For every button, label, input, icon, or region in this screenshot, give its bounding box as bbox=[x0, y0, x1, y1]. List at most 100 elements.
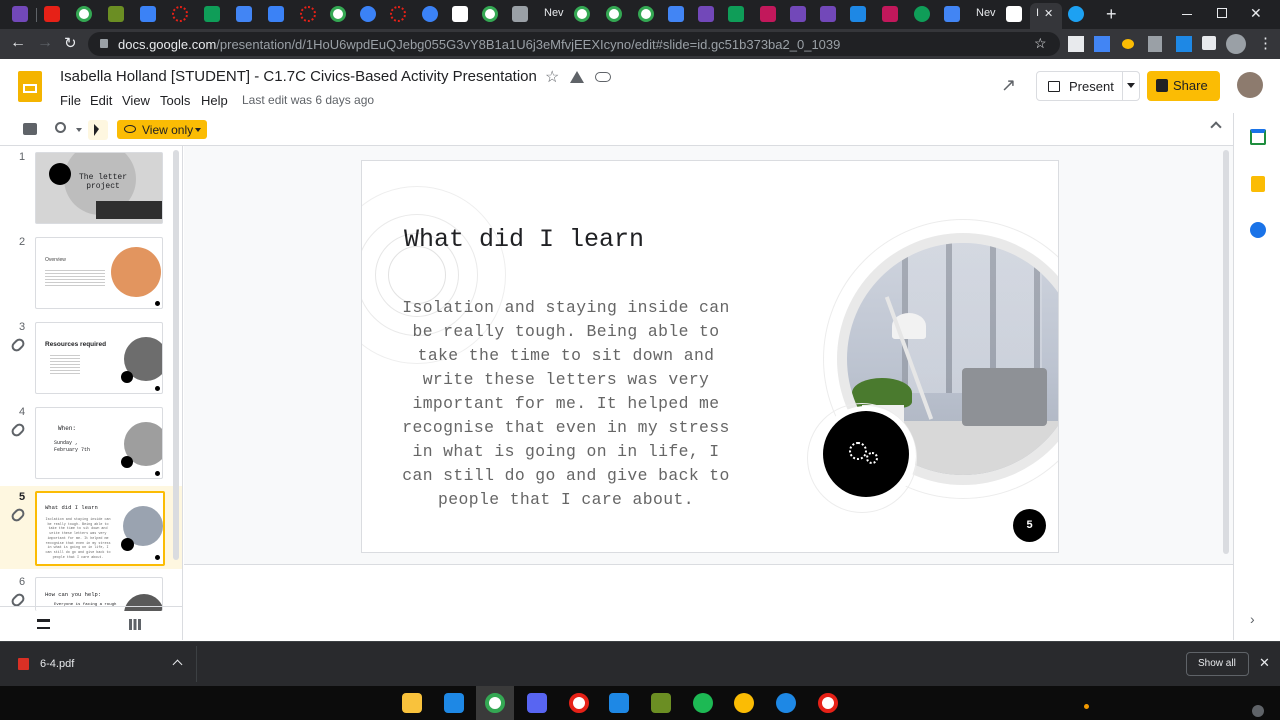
forward-icon[interactable]: → bbox=[37, 34, 53, 52]
discord-icon[interactable] bbox=[527, 693, 547, 713]
menu-tools[interactable]: Tools bbox=[160, 93, 190, 108]
tab-app-icon[interactable] bbox=[1006, 6, 1022, 22]
close-window-icon[interactable]: ✕ bbox=[1250, 5, 1262, 22]
tab-chrome-icon[interactable] bbox=[76, 6, 92, 22]
tab-forms-icon[interactable] bbox=[12, 6, 28, 22]
select-cursor-icon[interactable] bbox=[88, 120, 108, 140]
menu-file[interactable]: File bbox=[60, 93, 81, 108]
canvas-scrollbar[interactable] bbox=[1223, 150, 1229, 554]
spotify-icon[interactable] bbox=[693, 693, 713, 713]
slides-logo-icon[interactable] bbox=[18, 71, 42, 102]
tab-app-icon[interactable] bbox=[760, 6, 776, 22]
cloud-status-icon[interactable] bbox=[595, 72, 611, 82]
shield-extension-icon[interactable] bbox=[1176, 36, 1192, 52]
extension-icon[interactable] bbox=[1068, 36, 1084, 52]
tasks-icon[interactable] bbox=[1250, 222, 1266, 238]
tab-target-icon[interactable] bbox=[300, 6, 316, 22]
move-to-drive-icon[interactable] bbox=[570, 71, 584, 83]
view-only-button[interactable]: View only bbox=[117, 120, 207, 139]
tab-docs-icon[interactable] bbox=[236, 6, 252, 22]
tab-docs-icon[interactable] bbox=[668, 6, 684, 22]
active-tab[interactable]: I ✕ bbox=[1030, 3, 1062, 29]
speaker-notes-area[interactable] bbox=[184, 565, 1233, 640]
filmstrip-scrollbar[interactable] bbox=[173, 150, 179, 560]
tab-chrome-icon[interactable] bbox=[574, 6, 590, 22]
expand-panel-icon[interactable]: › bbox=[1250, 611, 1255, 627]
tab-meet-icon[interactable] bbox=[728, 6, 744, 22]
tab-canva-icon[interactable] bbox=[140, 6, 156, 22]
address-bar[interactable]: docs.google.com/presentation/d/1HoU6wpdE… bbox=[88, 32, 1060, 56]
slide[interactable]: What did I learn Isolation and staying i… bbox=[361, 160, 1059, 553]
chrome-taskbar-icon[interactable] bbox=[818, 693, 838, 713]
slide-thumbnail-5[interactable]: What did I learn Isolation and staying i… bbox=[35, 491, 165, 566]
zoom-icon[interactable] bbox=[55, 122, 66, 133]
translate-icon[interactable] bbox=[1094, 36, 1110, 52]
tab-canva-icon[interactable] bbox=[422, 6, 438, 22]
tab-forms-icon[interactable] bbox=[790, 6, 806, 22]
document-title[interactable]: Isabella Holland [STUDENT] - C1.7C Civic… bbox=[60, 68, 537, 85]
activity-trend-icon[interactable]: ↗ bbox=[1001, 75, 1016, 96]
keep-icon[interactable] bbox=[1251, 176, 1265, 192]
app-b-icon[interactable] bbox=[609, 693, 629, 713]
download-menu-chevron-icon[interactable] bbox=[172, 659, 183, 670]
menu-help[interactable]: Help bbox=[201, 93, 228, 108]
back-icon[interactable]: ← bbox=[10, 34, 26, 52]
last-edit-link[interactable]: Last edit was 6 days ago bbox=[242, 93, 374, 107]
minecraft-icon[interactable] bbox=[651, 693, 671, 713]
tab-label[interactable]: Nev bbox=[976, 7, 996, 19]
slide-thumbnail-4[interactable]: When: Sunday , February 7th bbox=[35, 407, 163, 479]
tab-dice-icon[interactable] bbox=[452, 6, 468, 22]
app-emoji-icon[interactable] bbox=[734, 693, 754, 713]
tab-edge-icon[interactable] bbox=[914, 6, 930, 22]
share-button[interactable]: Share bbox=[1147, 71, 1220, 101]
tab-chrome-icon[interactable] bbox=[330, 6, 346, 22]
more-menu-icon[interactable]: ⋮ bbox=[1258, 34, 1273, 52]
tab-label[interactable]: Nev bbox=[544, 7, 564, 19]
slide-title[interactable]: What did I learn bbox=[404, 225, 644, 254]
slide-body-text[interactable]: Isolation and staying inside can be real… bbox=[400, 296, 732, 512]
tab-target-icon[interactable] bbox=[390, 6, 406, 22]
slide-thumbnail-2[interactable]: Overview bbox=[35, 237, 163, 309]
tab-chrome-icon[interactable] bbox=[482, 6, 498, 22]
close-download-bar-icon[interactable]: ✕ bbox=[1259, 655, 1270, 671]
close-tab-icon[interactable]: ✕ bbox=[1044, 7, 1053, 20]
tab-meet-icon[interactable] bbox=[204, 6, 220, 22]
system-tray-icon[interactable] bbox=[1252, 705, 1264, 717]
tab-keyboard-icon[interactable] bbox=[512, 6, 528, 22]
tab-target-icon[interactable] bbox=[172, 6, 188, 22]
app-blue-icon[interactable] bbox=[776, 693, 796, 713]
reload-icon[interactable]: ↻ bbox=[64, 34, 77, 52]
star-icon[interactable]: ☆ bbox=[545, 67, 559, 87]
tab-docs-icon[interactable] bbox=[944, 6, 960, 22]
present-dropdown-icon[interactable] bbox=[1127, 83, 1135, 88]
grid-view-icon[interactable] bbox=[129, 619, 141, 630]
download-file-name[interactable]: 6-4.pdf bbox=[40, 658, 74, 670]
calendar-icon[interactable] bbox=[1250, 129, 1266, 145]
tab-forms-icon[interactable] bbox=[820, 6, 836, 22]
bookmark-star-icon[interactable]: ☆ bbox=[1034, 35, 1047, 52]
file-explorer-icon[interactable] bbox=[402, 693, 422, 713]
menu-edit[interactable]: Edit bbox=[90, 93, 112, 108]
show-all-button[interactable]: Show all bbox=[1186, 652, 1249, 676]
volume-extension-icon[interactable] bbox=[1148, 36, 1162, 52]
tab-youtube-icon[interactable] bbox=[44, 6, 60, 22]
chrome-taskbar-icon[interactable] bbox=[485, 693, 505, 713]
eye-extension-icon[interactable] bbox=[1122, 39, 1134, 49]
chrome-taskbar-icon[interactable] bbox=[569, 693, 589, 713]
mail-icon[interactable] bbox=[444, 693, 464, 713]
print-icon[interactable] bbox=[23, 123, 37, 135]
slide-thumbnail-1[interactable]: The letter project bbox=[35, 152, 163, 224]
minimize-icon[interactable] bbox=[1182, 14, 1192, 15]
tab-twitter-icon[interactable] bbox=[1068, 6, 1084, 22]
tab-chrome-icon[interactable] bbox=[638, 6, 654, 22]
maximize-icon[interactable] bbox=[1217, 8, 1227, 18]
new-tab-button[interactable]: + bbox=[1106, 4, 1117, 25]
tab-app-icon[interactable] bbox=[850, 6, 866, 22]
tab-app-icon[interactable] bbox=[882, 6, 898, 22]
tab-chrome-icon[interactable] bbox=[606, 6, 622, 22]
tab-minecraft-icon[interactable] bbox=[108, 6, 124, 22]
filmstrip-view-icon[interactable] bbox=[37, 619, 50, 629]
collapse-toolbar-icon[interactable] bbox=[1210, 121, 1222, 133]
zoom-dropdown-icon[interactable] bbox=[76, 128, 82, 132]
menu-view[interactable]: View bbox=[122, 93, 150, 108]
